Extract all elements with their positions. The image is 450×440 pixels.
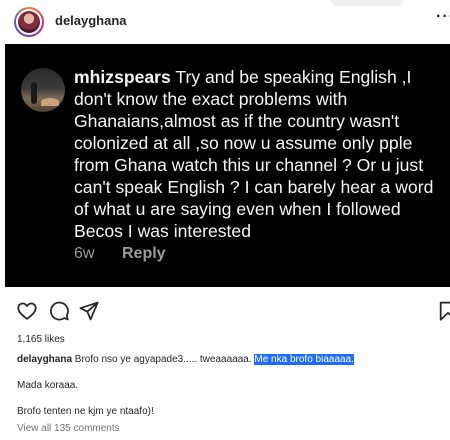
post-image[interactable]: mhizspears Try and be speaking English ,… xyxy=(5,44,450,287)
caption-selected-text: Me nka brofo biaaaaa. xyxy=(254,354,354,365)
comment-line: Try and be speaking English ,I xyxy=(170,67,412,87)
caption-line: Brofo tenten ne kjm ye ntaafo)! xyxy=(17,406,154,417)
likes-count[interactable]: 1,165 likes xyxy=(17,334,65,345)
share-icon[interactable] xyxy=(78,300,100,322)
more-options-icon[interactable]: ··· xyxy=(436,8,450,26)
tooltip-tab xyxy=(330,0,404,6)
comment-line: don't know the exact problems with xyxy=(74,89,348,109)
caption-text: Brofo nso ye agyapade3..... tweaaaaaa. xyxy=(72,354,255,365)
comment-line: Becos I was interested xyxy=(74,221,252,241)
caption-line: Mada koraaa. xyxy=(17,380,79,391)
comment-line: can't speak English ? I can barely hear … xyxy=(74,177,434,197)
view-all-comments-link[interactable]: View all 135 comments xyxy=(17,423,120,434)
caption: delayghana Brofo nso ye agyapade3..... t… xyxy=(17,354,354,365)
comment-line: colonized at all ,so now u assume only p… xyxy=(74,133,413,153)
comment-age: 6w xyxy=(74,245,95,262)
comment-line: from Ghana watch this ur channel ? Or u … xyxy=(74,155,424,175)
heart-icon[interactable] xyxy=(16,300,38,322)
caption-username[interactable]: delayghana xyxy=(17,354,72,365)
post-header: delayghana ··· xyxy=(0,0,450,44)
comment-line: Ghanaians,almost as if the country wasn'… xyxy=(74,111,400,131)
comment-username: mhizspears xyxy=(74,67,171,87)
bookmark-icon[interactable] xyxy=(437,300,450,322)
comment-avatar xyxy=(21,68,65,112)
comment-line: of what u are saying even when I followe… xyxy=(74,199,401,219)
comment-text: mhizspears Try and be speaking English ,… xyxy=(74,66,450,242)
avatar[interactable] xyxy=(14,7,44,37)
comment-reply-label: Reply xyxy=(122,245,166,262)
post-username[interactable]: delayghana xyxy=(55,13,127,28)
post-actions xyxy=(0,300,450,324)
avatar-image xyxy=(18,11,40,33)
comment-icon[interactable] xyxy=(48,300,70,322)
